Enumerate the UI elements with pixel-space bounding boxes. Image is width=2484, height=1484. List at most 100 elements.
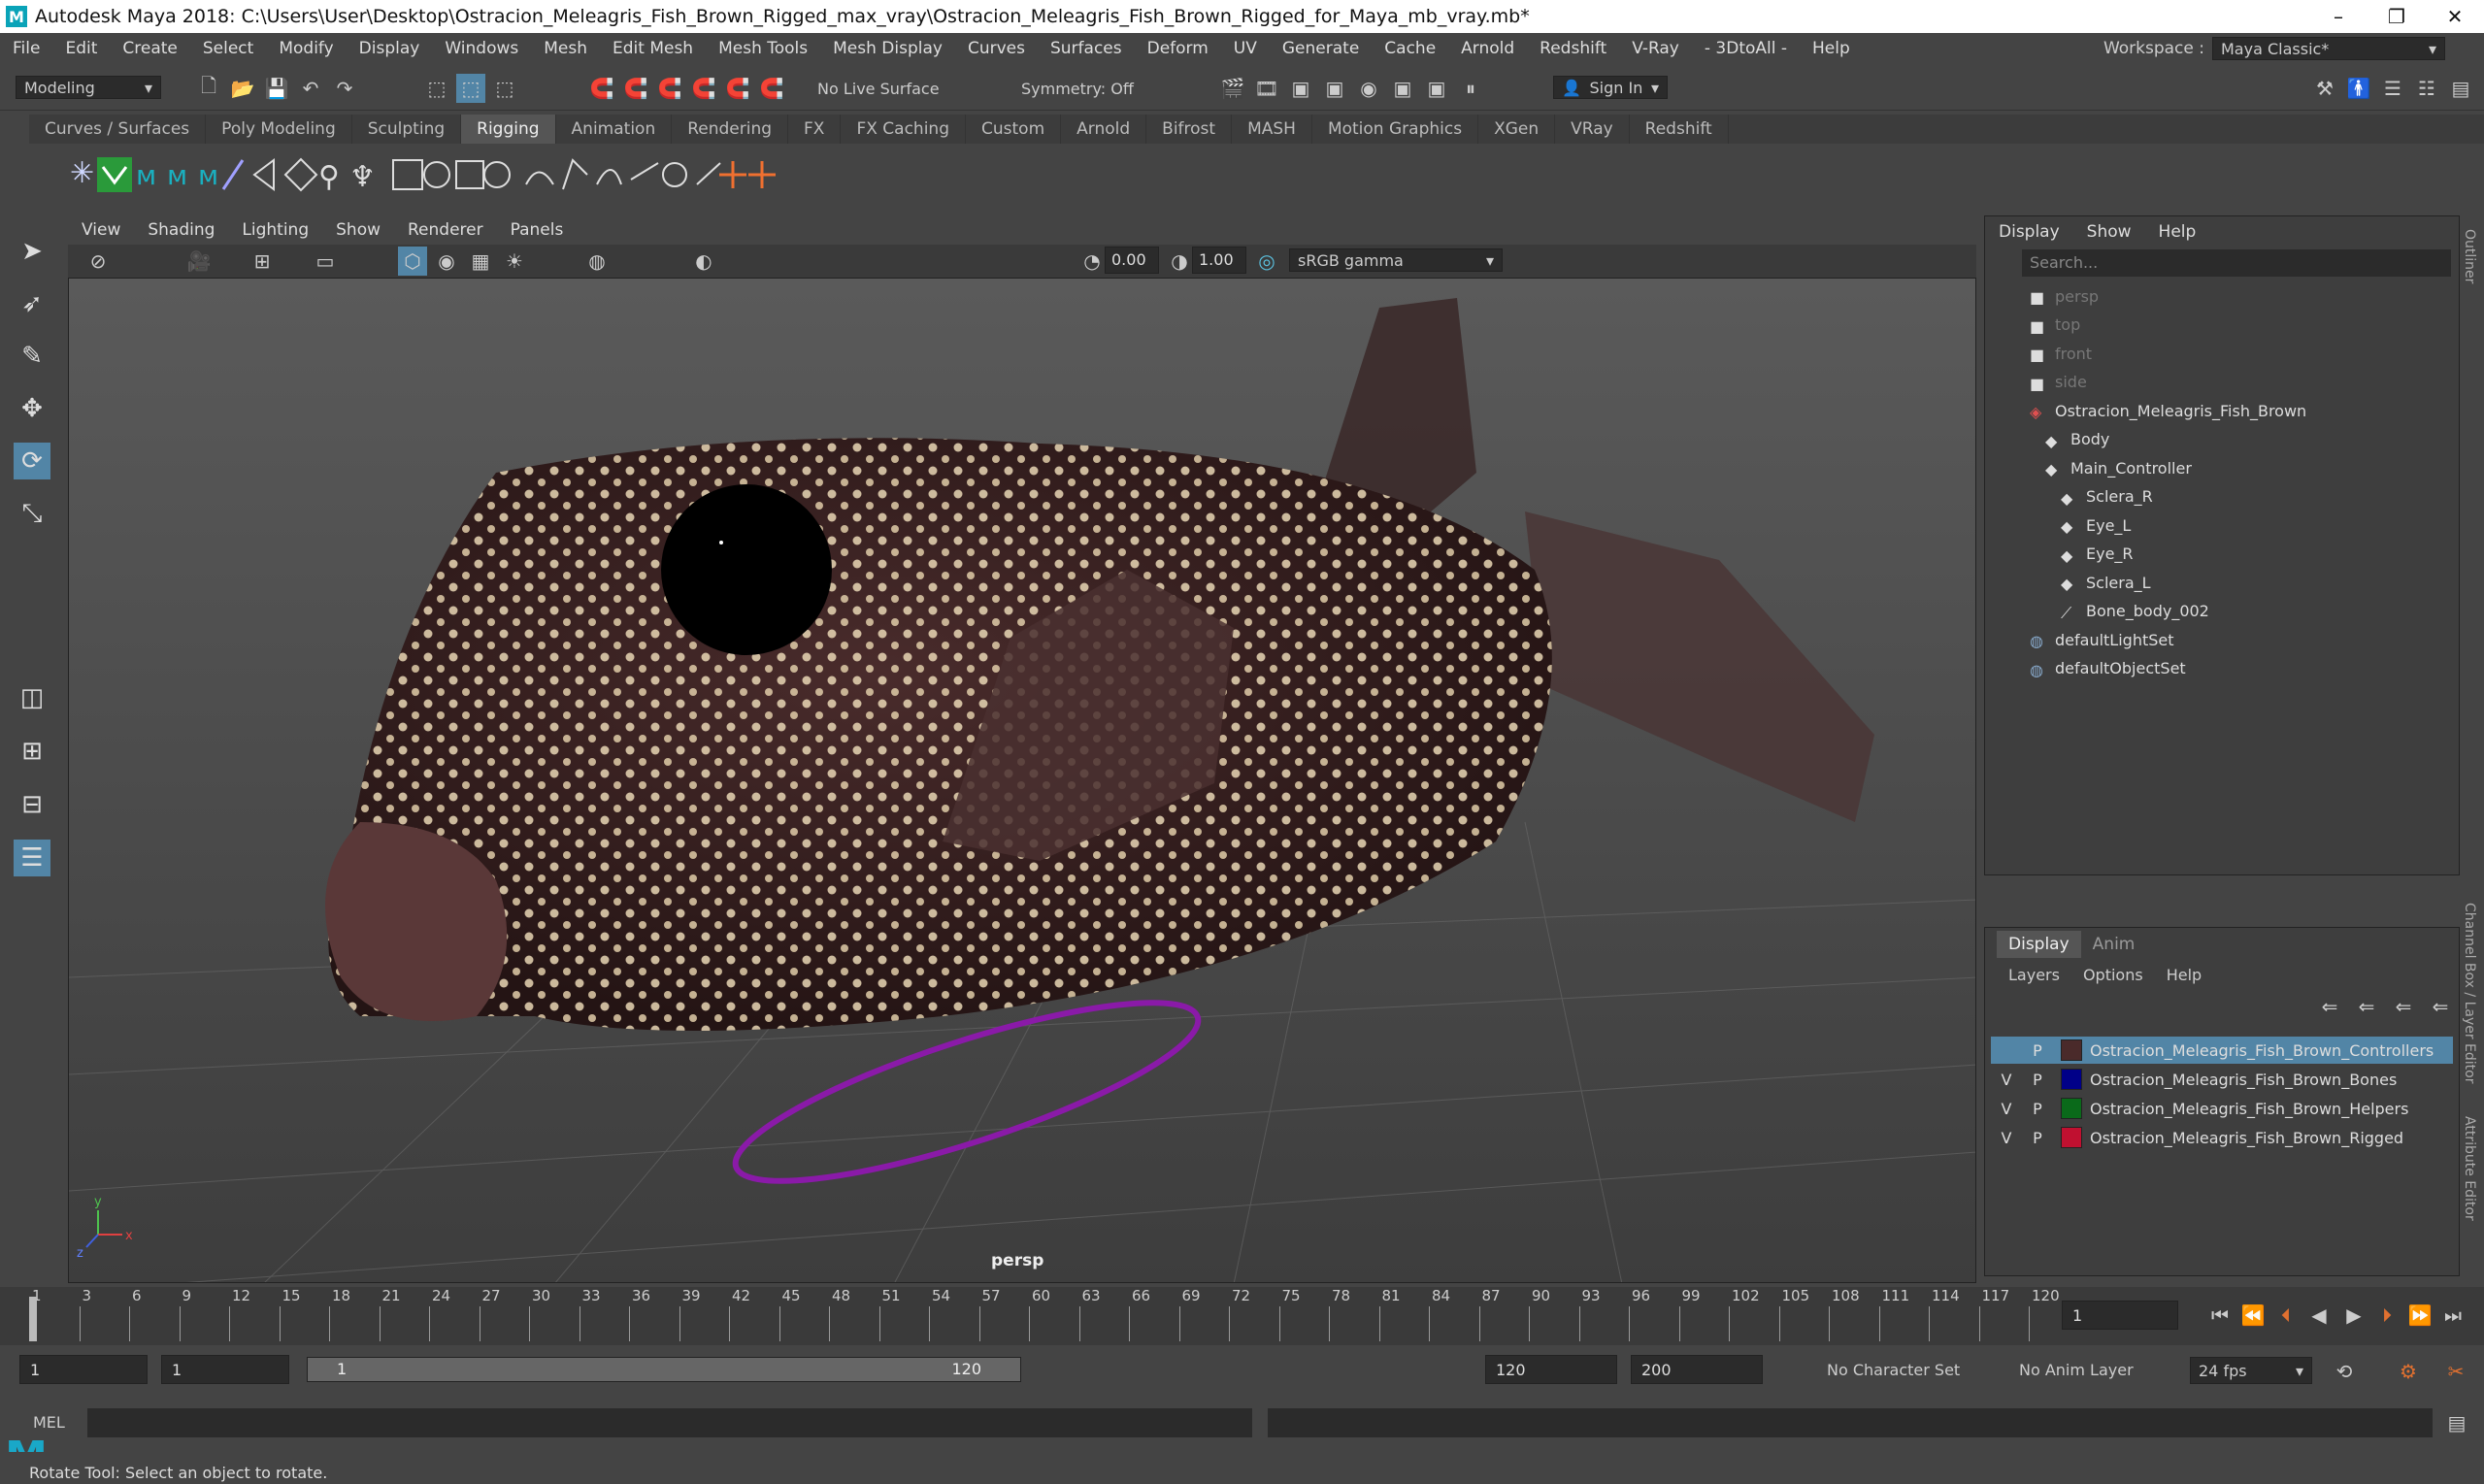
color-management-icon[interactable]: ◎	[1252, 247, 1281, 276]
current-time-indicator[interactable]	[29, 1297, 37, 1341]
outliner-menu-help[interactable]: Help	[2145, 222, 2210, 242]
menu-curves[interactable]: Curves	[955, 39, 1038, 58]
options-menu[interactable]: Options	[2071, 966, 2155, 984]
menu-generate[interactable]: Generate	[1270, 39, 1372, 58]
outliner-item[interactable]: ◈ Ostracion_Meleagris_Fish_Brown	[2030, 397, 2306, 424]
loop-playback-icon[interactable]: ⟲	[2330, 1357, 2359, 1386]
menu-surfaces[interactable]: Surfaces	[1038, 39, 1135, 58]
render-frame-icon[interactable]: ▣	[1320, 74, 1349, 103]
layers-menu[interactable]: Layers	[1997, 966, 2071, 984]
current-frame-field[interactable]: 1	[2062, 1301, 2178, 1330]
live-surface-label[interactable]: No Live Surface	[817, 80, 940, 98]
render-view-icon[interactable]: 🎞	[1252, 74, 1281, 103]
color-space-dropdown[interactable]: sRGB gamma ▾	[1289, 248, 1503, 272]
command-input[interactable]	[87, 1408, 1252, 1437]
menu-help[interactable]: Help	[1800, 39, 1863, 58]
layer-color-swatch[interactable]	[2061, 1098, 2082, 1119]
tab-custom[interactable]: Custom	[966, 115, 1062, 144]
menu-3dtoall[interactable]: - 3DtoAll -	[1692, 39, 1800, 58]
layer-visibility-toggle[interactable]: V	[1991, 1071, 2022, 1089]
menu-edit[interactable]: Edit	[52, 39, 110, 58]
two-view-icon[interactable]: ⊟	[14, 786, 50, 823]
outliner-layout-icon[interactable]: ☰	[14, 840, 50, 876]
outliner-item[interactable]: ■ front	[2030, 340, 2092, 367]
tool-settings-icon[interactable]: ☷	[2412, 74, 2441, 103]
render-region-icon[interactable]: ▣	[1388, 74, 1417, 103]
new-layer-selected-icon[interactable]: ⇐	[2426, 992, 2455, 1021]
fps-dropdown[interactable]: 24 fps ▾	[2190, 1357, 2312, 1384]
outliner-side-tab[interactable]: Outliner	[2462, 229, 2477, 283]
tab-mash[interactable]: MASH	[1232, 115, 1312, 144]
layer-row[interactable]: V P Ostracion_Meleagris_Fish_Brown_Rigged	[1991, 1124, 2453, 1151]
constraint-orient-icon[interactable]	[283, 157, 318, 192]
xray-icon[interactable]: ◐	[689, 247, 718, 276]
open-scene-icon[interactable]: 📂	[228, 74, 257, 103]
ipr-render-icon[interactable]: ▣	[1286, 74, 1315, 103]
new-scene-icon[interactable]: 🗋	[194, 74, 223, 103]
menu-set-dropdown[interactable]: Modeling ▾	[16, 76, 161, 99]
human-ik-icon[interactable]: 🚹	[2344, 74, 2373, 103]
blend-shape-icon[interactable]	[483, 161, 511, 188]
layer-playback-toggle[interactable]: P	[2022, 1100, 2053, 1118]
isolate-select-icon[interactable]: ◍	[582, 247, 612, 276]
play-backward-icon[interactable]: ◀	[2304, 1301, 2334, 1330]
textured-icon[interactable]: ▦	[466, 247, 495, 276]
sine-deformer-icon[interactable]	[630, 162, 659, 181]
viewport-menu-view[interactable]: View	[68, 220, 134, 240]
paint-select-icon[interactable]: ✎	[14, 338, 50, 375]
layer-color-swatch[interactable]	[2061, 1069, 2082, 1090]
undo-icon[interactable]: ↶	[296, 74, 325, 103]
viewport-menu-lighting[interactable]: Lighting	[228, 220, 322, 240]
animation-start-field[interactable]: 1	[19, 1355, 148, 1384]
joint-tool-icon[interactable]: ✳	[70, 156, 94, 190]
smooth-shade-icon[interactable]: ◉	[432, 247, 461, 276]
ik-handle-icon[interactable]	[97, 157, 132, 192]
outliner-item[interactable]: ◆ Main_Controller	[2045, 454, 2192, 481]
menu-file[interactable]: File	[0, 39, 52, 58]
workspace-dropdown[interactable]: Maya Classic* ▾	[2212, 37, 2445, 60]
move-tool-icon[interactable]: ✥	[14, 390, 50, 427]
attribute-editor-side-tab[interactable]: Attribute Editor	[2462, 1116, 2477, 1221]
menu-display[interactable]: Display	[347, 39, 433, 58]
select-component-icon[interactable]: ⬚	[490, 74, 519, 103]
wire-tool-icon[interactable]	[662, 162, 687, 187]
tab-redshift[interactable]: Redshift	[1630, 115, 1729, 144]
menu-cache[interactable]: Cache	[1372, 39, 1448, 58]
snap-grid-icon[interactable]: 🧲	[587, 74, 616, 103]
menu-deform[interactable]: Deform	[1135, 39, 1221, 58]
layer-row[interactable]: P Ostracion_Meleagris_Fish_Brown_Controll…	[1991, 1037, 2453, 1064]
outliner-item[interactable]: ◆ Sclera_R	[2061, 483, 2153, 511]
tab-fx-caching[interactable]: FX Caching	[841, 115, 966, 144]
constraint-aim-icon[interactable]	[252, 158, 275, 191]
outliner-item[interactable]: ◆ Body	[2045, 426, 2109, 453]
step-back-key-icon[interactable]: ⏪	[2238, 1301, 2268, 1330]
single-view-icon[interactable]: ◫	[14, 679, 50, 716]
menu-redshift[interactable]: Redshift	[1527, 39, 1619, 58]
soft-mod-icon[interactable]	[696, 162, 721, 185]
rotate-tool-icon[interactable]: ⟳	[14, 443, 50, 479]
skin-bind-icon[interactable]: ᴍ	[136, 159, 156, 191]
layer-playback-toggle[interactable]: P	[2022, 1129, 2053, 1147]
animation-end-field[interactable]: 200	[1631, 1355, 1763, 1384]
exposure-field[interactable]: 0.00	[1105, 247, 1159, 274]
wireframe-icon[interactable]: ⬡	[398, 247, 427, 276]
tab-animation[interactable]: Animation	[556, 115, 673, 144]
viewport-menu-renderer[interactable]: Renderer	[394, 220, 497, 240]
playback-end-field[interactable]: 120	[1485, 1355, 1617, 1384]
pause-render-icon[interactable]: ⏸	[1456, 74, 1485, 103]
gamma-icon[interactable]: ◑	[1165, 247, 1194, 276]
bend-deformer-icon[interactable]	[525, 171, 554, 185]
menu-modify[interactable]: Modify	[266, 39, 346, 58]
menu-windows[interactable]: Windows	[432, 39, 531, 58]
snap-point-icon[interactable]: 🧲	[655, 74, 684, 103]
tab-rigging[interactable]: Rigging	[461, 115, 556, 144]
snap-surface-icon[interactable]: 🧲	[723, 74, 752, 103]
save-scene-icon[interactable]: 💾	[262, 74, 291, 103]
modeling-toolkit-icon[interactable]: ⚒	[2310, 74, 2339, 103]
tab-arnold[interactable]: Arnold	[1061, 115, 1147, 144]
viewport-menu-panels[interactable]: Panels	[497, 220, 578, 240]
layer-visibility-toggle[interactable]: V	[1991, 1100, 2022, 1118]
four-view-icon[interactable]: ⊞	[14, 733, 50, 770]
wrap-deformer-icon[interactable]	[423, 161, 450, 188]
layer-color-swatch[interactable]	[2061, 1127, 2082, 1148]
